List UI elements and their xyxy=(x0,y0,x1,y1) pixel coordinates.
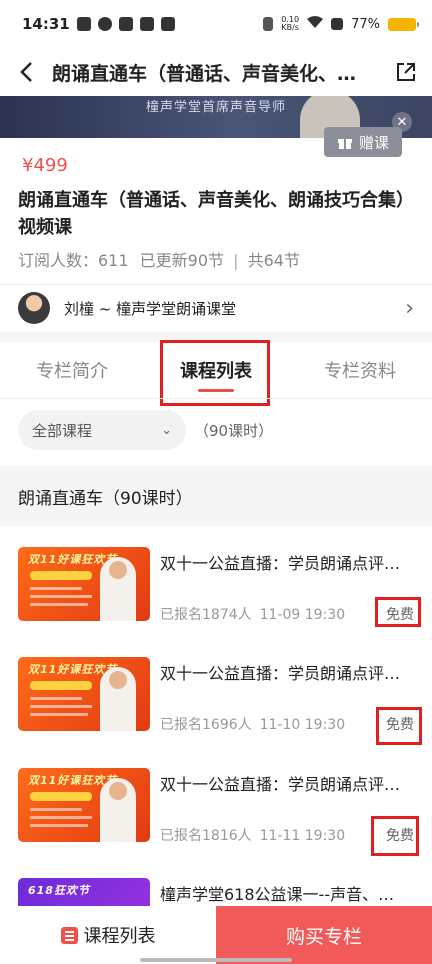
thumbnail-decoration xyxy=(30,603,88,606)
teacher-row[interactable]: 刘橦 ~ 橦声学堂朗诵课堂 › xyxy=(0,284,432,332)
vibrate-icon xyxy=(263,17,274,31)
thumbnail-decoration xyxy=(30,816,92,819)
lesson-time: 11-10 19:30 xyxy=(259,717,346,733)
chevron-down-icon: ⌄ xyxy=(161,422,172,438)
course-list-button[interactable]: 课程列表 xyxy=(0,906,216,964)
status-bar: 14:31 0.10 KB/s 77% xyxy=(0,0,432,48)
section-header: 朗诵直通车（90课时） xyxy=(0,466,432,526)
thumbnail-decoration xyxy=(30,595,92,598)
list-item[interactable]: 双11好课狂欢节 双十一公益直播：学员朗诵点评… 已报名1816人 11-11 1… xyxy=(0,768,432,880)
crown-icon xyxy=(118,17,133,31)
tiktok-icon xyxy=(139,17,154,31)
thumbnail-person xyxy=(100,667,136,731)
enrolled-count: 已报名1816人 xyxy=(160,828,252,844)
thumbnail-text: 618狂欢节 xyxy=(28,884,90,897)
filter-selected: 全部课程 xyxy=(32,421,93,440)
list-icon xyxy=(60,926,78,944)
course-list-label: 课程列表 xyxy=(83,926,156,947)
thumbnail-decoration xyxy=(30,587,82,590)
battery-icon xyxy=(388,17,419,31)
thumbnail-person xyxy=(100,778,136,842)
page-title: 朗诵直通车（普通话、声音美化、… xyxy=(52,62,357,85)
course-price: ¥499 xyxy=(22,155,68,176)
updated-count: 已更新90节 xyxy=(139,251,225,270)
filter-row: 全部课程 ⌄ （90课时） xyxy=(18,410,273,450)
enrolled-count: 已报名1874人 xyxy=(160,607,252,623)
bottom-bar: 课程列表 购买专栏 xyxy=(0,906,432,964)
thumbnail-decoration xyxy=(30,824,88,827)
avatar xyxy=(18,292,50,324)
lesson-meta: 已报名1816人 11-11 19:30 xyxy=(160,825,345,845)
teacher-name: 刘橦 ~ 橦声学堂朗诵课堂 xyxy=(64,299,237,318)
lesson-thumbnail: 618狂欢节 xyxy=(18,878,150,906)
highlight-box xyxy=(376,707,422,745)
stats-separator: | xyxy=(233,251,239,270)
lesson-count: （90课时） xyxy=(194,421,274,440)
thumbnail-decoration xyxy=(30,681,92,690)
highlight-box xyxy=(371,816,419,856)
tab-materials-label: 专栏资料 xyxy=(324,361,396,382)
banner-text: 橦声学堂首席声音导师 xyxy=(146,100,287,115)
network-speed: 0.10 KB/s xyxy=(281,16,299,32)
divider xyxy=(0,398,432,399)
thumbnail-person xyxy=(100,557,136,621)
lesson-title: 双十一公益直播：学员朗诵点评… xyxy=(160,775,401,794)
thumbnail-decoration xyxy=(30,697,82,700)
course-filter-select[interactable]: 全部课程 ⌄ xyxy=(18,410,186,450)
share-button[interactable] xyxy=(380,48,432,96)
buy-column-label: 购买专栏 xyxy=(285,925,362,948)
list-item[interactable]: 双11好课狂欢节 双十一公益直播：学员朗诵点评… 已报名1696人 11-10 1… xyxy=(0,657,432,769)
tab-intro[interactable]: 专栏简介 xyxy=(0,342,144,398)
tab-materials[interactable]: 专栏资料 xyxy=(288,342,432,398)
lesson-thumbnail: 双11好课狂欢节 xyxy=(18,768,150,842)
wifi-icon xyxy=(307,15,324,33)
thumbnail-decoration xyxy=(30,808,82,811)
lesson-title: 橦声学堂618公益课一--声音、… xyxy=(160,885,395,904)
notification-icon xyxy=(76,17,91,31)
buy-column-button[interactable]: 购买专栏 xyxy=(216,906,432,964)
nav-bar: 朗诵直通车（普通话、声音美化、… xyxy=(0,48,432,96)
message-icon xyxy=(160,17,175,31)
gift-course-button[interactable]: 赠课 xyxy=(324,127,402,157)
back-button[interactable] xyxy=(0,48,52,96)
list-item[interactable]: 双11好课狂欢节 双十一公益直播：学员朗诵点评… 已报名1874人 11-09 1… xyxy=(0,547,432,659)
subscriber-count: 订阅人数：611 xyxy=(18,251,129,270)
section-title: 朗诵直通车（90课时） xyxy=(18,488,193,509)
highlight-box xyxy=(160,340,270,406)
chevron-left-icon xyxy=(20,62,32,82)
lesson-title: 双十一公益直播：学员朗诵点评… xyxy=(160,664,401,683)
course-title: 朗诵直通车（普通话、声音美化、朗诵技巧合集）视频课 xyxy=(18,190,414,238)
sim-icon xyxy=(331,18,344,30)
thumbnail-decoration xyxy=(30,713,88,716)
lesson-thumbnail: 双11好课狂欢节 xyxy=(18,657,150,731)
share-icon xyxy=(397,63,415,81)
lesson-time: 11-09 19:30 xyxy=(259,607,346,623)
battery-percent: 77% xyxy=(351,16,380,32)
lesson-title: 双十一公益直播：学员朗诵点评… xyxy=(160,554,401,573)
gift-icon xyxy=(337,139,352,149)
lesson-time: 11-11 19:30 xyxy=(259,828,346,844)
lesson-meta: 已报名1696人 11-10 19:30 xyxy=(160,714,345,734)
thumbnail-decoration xyxy=(30,792,92,801)
total-count: 共64节 xyxy=(247,251,300,270)
thumbnail-decoration xyxy=(30,571,92,580)
chevron-right-icon: › xyxy=(405,295,414,321)
home-indicator[interactable] xyxy=(140,958,292,962)
lesson-thumbnail: 双11好课狂欢节 xyxy=(18,547,150,621)
thumbnail-decoration xyxy=(30,705,92,708)
status-time: 14:31 xyxy=(22,15,70,33)
course-stats: 订阅人数：611 已更新90节 | 共64节 xyxy=(18,247,300,271)
enrolled-count: 已报名1696人 xyxy=(160,717,252,733)
gift-course-label: 赠课 xyxy=(358,133,389,152)
highlight-box xyxy=(375,597,421,627)
list-item[interactable]: 618狂欢节 橦声学堂618公益课一--声音、… xyxy=(0,878,432,906)
notification-icon xyxy=(97,17,112,31)
tab-intro-label: 专栏简介 xyxy=(36,361,108,382)
lesson-meta: 已报名1874人 11-09 19:30 xyxy=(160,604,345,624)
network-speed-unit: KB/s xyxy=(281,23,299,32)
